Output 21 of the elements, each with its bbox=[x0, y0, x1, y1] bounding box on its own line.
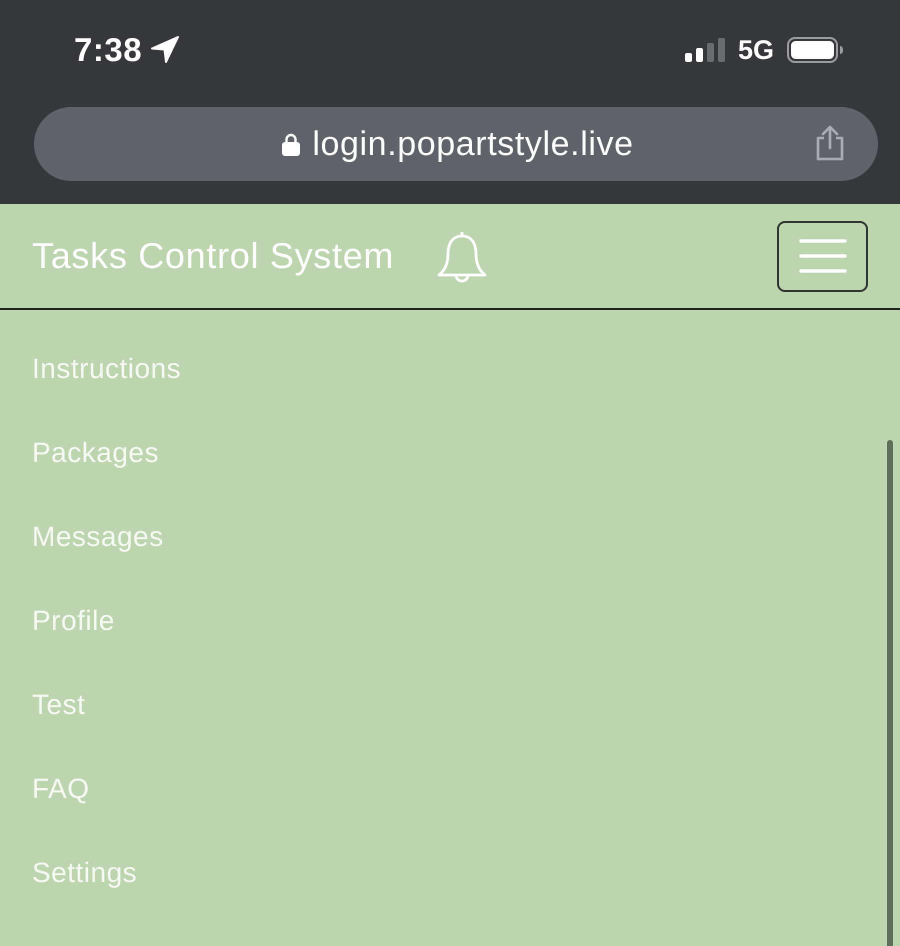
address-bar[interactable]: login.popartstyle.live bbox=[34, 107, 878, 181]
scrollbar[interactable] bbox=[887, 440, 893, 946]
url-text: login.popartstyle.live bbox=[312, 124, 634, 164]
share-icon[interactable] bbox=[814, 125, 846, 161]
network-type: 5G bbox=[738, 34, 774, 66]
menu-link[interactable]: Packages bbox=[32, 437, 159, 469]
signal-strength-icon bbox=[684, 38, 725, 62]
menu-button[interactable] bbox=[777, 220, 868, 292]
site-title[interactable]: Tasks Control System bbox=[32, 235, 394, 277]
menu-link[interactable]: Messages bbox=[32, 521, 164, 553]
lock-icon bbox=[282, 132, 300, 156]
menu-link[interactable]: FAQ bbox=[32, 773, 90, 805]
clock-time: 7:38 bbox=[74, 31, 142, 69]
battery-icon bbox=[787, 37, 843, 63]
menu-link[interactable]: Instructions bbox=[32, 353, 182, 385]
location-arrow-icon bbox=[150, 36, 180, 64]
menu-icon bbox=[798, 238, 846, 274]
menu-link[interactable]: Test bbox=[32, 689, 86, 721]
menu-link[interactable]: Settings bbox=[32, 857, 138, 889]
menu-link[interactable]: Profile bbox=[32, 605, 115, 637]
bell-icon[interactable] bbox=[436, 229, 488, 283]
